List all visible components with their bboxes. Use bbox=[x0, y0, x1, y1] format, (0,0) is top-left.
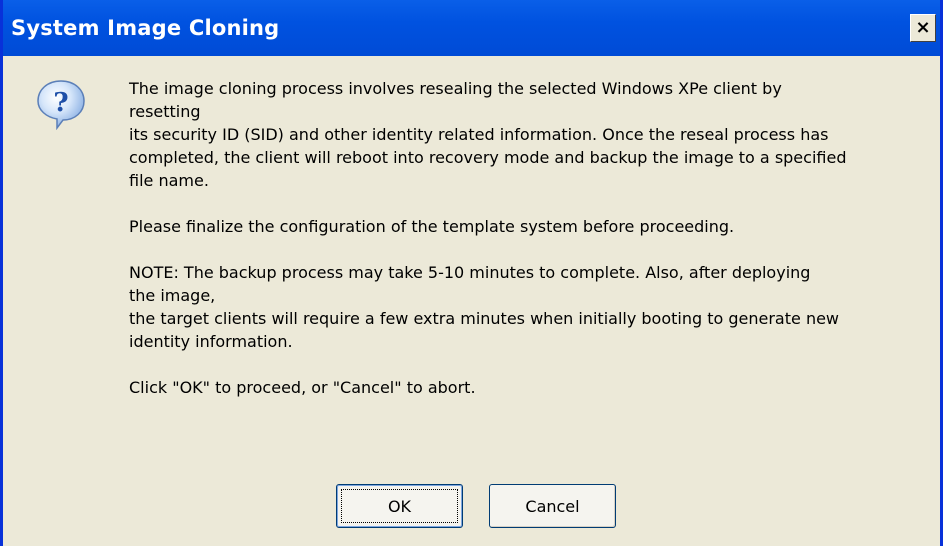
message-line: the target clients will require a few ex… bbox=[129, 309, 840, 328]
message-paragraph-finalize: Please finalize the configuration of the… bbox=[129, 215, 939, 238]
message-line: file name. bbox=[129, 171, 209, 190]
close-button[interactable]: × bbox=[910, 14, 936, 42]
title-bar[interactable]: System Image Cloning × bbox=[3, 0, 940, 56]
message-paragraph-note: NOTE: The backup process may take 5-10 m… bbox=[129, 261, 939, 353]
message-line: Please finalize the configuration of the… bbox=[129, 217, 735, 236]
close-icon: × bbox=[915, 17, 931, 38]
message-line: The image cloning process involves resea… bbox=[129, 79, 782, 98]
message-body: The image cloning process involves resea… bbox=[129, 77, 939, 422]
message-line: identity information. bbox=[129, 332, 293, 351]
window-title: System Image Cloning bbox=[11, 16, 280, 40]
message-line: resetting bbox=[129, 102, 201, 121]
message-paragraph-intro: The image cloning process involves resea… bbox=[129, 77, 939, 192]
message-line: its security ID (SID) and other identity… bbox=[129, 125, 829, 144]
message-line: NOTE: The backup process may take 5-10 m… bbox=[129, 263, 811, 282]
cancel-button-label: Cancel bbox=[525, 496, 580, 516]
dialog-window: System Image Cloning × ? The image cloni… bbox=[0, 0, 943, 546]
message-line: the image, bbox=[129, 286, 216, 305]
ok-button-label: OK bbox=[387, 496, 412, 516]
message-line: Click "OK" to proceed, or "Cancel" to ab… bbox=[129, 378, 476, 397]
question-icon: ? bbox=[37, 80, 85, 130]
message-paragraph-instruction: Click "OK" to proceed, or "Cancel" to ab… bbox=[129, 376, 939, 399]
message-line: completed, the client will reboot into r… bbox=[129, 148, 847, 167]
ok-button[interactable]: OK bbox=[336, 484, 463, 528]
cancel-button[interactable]: Cancel bbox=[489, 484, 616, 528]
question-mark-glyph: ? bbox=[53, 88, 68, 118]
